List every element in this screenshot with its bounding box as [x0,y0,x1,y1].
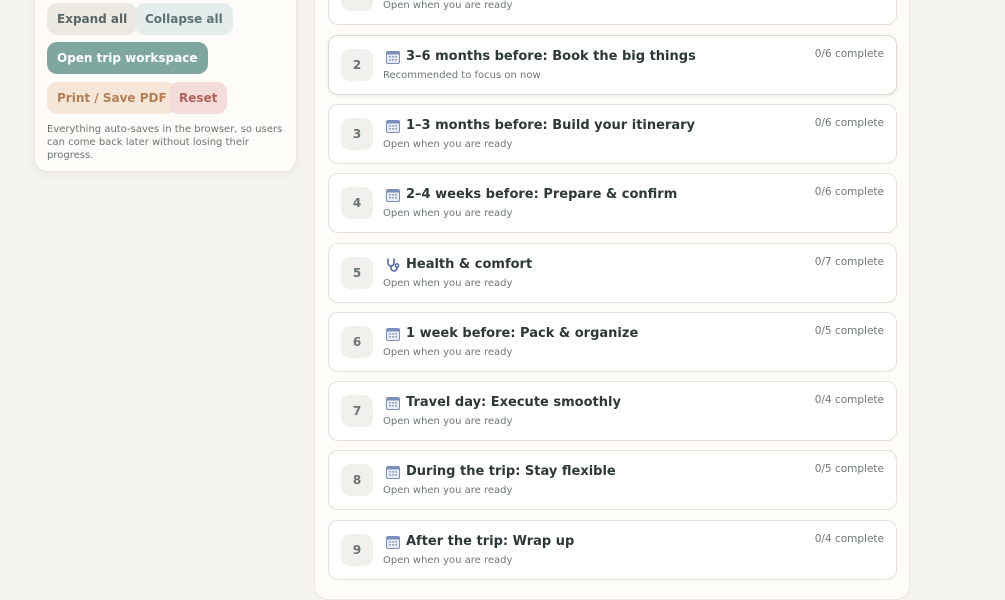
section-progress: 0/6 complete [814,48,884,60]
section-progress: 0/6 complete [814,117,884,129]
section-progress: 0/4 complete [814,533,884,545]
stethoscope-icon [387,258,400,272]
section-number-badge: 6 [341,326,373,358]
reset-button[interactable]: Reset [169,82,228,114]
section-title: 2–4 weeks before: Prepare & confirm [406,187,678,202]
section-title: 1 week before: Pack & organize [406,326,639,341]
section-number-badge: 3 [341,118,373,150]
section-subtitle: Open when you are ready [383,347,513,358]
section-title: 3–6 months before: Book the big things [406,49,696,64]
expand-all-button[interactable]: Expand all [47,3,138,35]
section-card-8[interactable]: 8 During the trip: Stay flexible Open wh… [328,450,897,510]
calendar-icon [386,189,400,202]
autosave-note: Everything auto-saves in the browser, so… [47,124,283,161]
open-trip-workspace-button[interactable]: Open trip workspace [47,42,208,74]
section-number-badge [341,0,373,11]
section-progress: 0/4 complete [814,394,884,406]
controls-panel: Expand all Collapse all Open trip worksp… [34,0,297,172]
section-card-3[interactable]: 3 1–3 months before: Build your itinerar… [328,104,897,164]
section-number-badge: 5 [341,257,373,289]
section-progress: 0/6 complete [814,186,884,198]
print-save-pdf-button[interactable]: Print / Save PDF [47,82,177,114]
section-subtitle: Open when you are ready [383,278,513,289]
calendar-icon [386,536,400,549]
calendar-icon [386,51,400,64]
section-title: Travel day: Execute smoothly [406,395,621,410]
section-subtitle: Open when you are ready [383,555,513,566]
calendar-icon [386,328,400,341]
section-progress: 0/5 complete [814,325,884,337]
calendar-icon [386,120,400,133]
section-card-9[interactable]: 9 After the trip: Wrap up Open when you … [328,520,897,580]
section-title: Health & comfort [406,257,533,272]
section-number-badge: 2 [341,49,373,81]
section-subtitle: Recommended to focus on now [383,70,541,81]
section-card-2[interactable]: 2 3–6 months before: Book the big things… [328,35,897,95]
section-title: After the trip: Wrap up [406,534,575,549]
section-number-badge: 4 [341,187,373,219]
section-card-7[interactable]: 7 Travel day: Execute smoothly Open when… [328,381,897,441]
collapse-all-button[interactable]: Collapse all [135,3,233,35]
section-subtitle: Open when you are ready [383,485,513,496]
section-card-5[interactable]: 5 Health & comfort Open when you are rea… [328,243,897,303]
section-number-badge: 7 [341,395,373,427]
section-subtitle: Open when you are ready [383,208,513,219]
section-progress: 0/5 complete [814,463,884,475]
section-card-6[interactable]: 6 1 week before: Pack & organize Open wh… [328,312,897,372]
section-title: 1–3 months before: Build your itinerary [406,118,696,133]
calendar-icon [386,397,400,410]
section-subtitle: Open when you are ready [383,416,513,427]
section-subtitle: Open when you are ready [383,0,513,11]
section-card-partial[interactable]: Open when you are ready [328,0,897,25]
calendar-icon [386,466,400,479]
section-progress: 0/7 complete [814,256,884,268]
section-title: During the trip: Stay flexible [406,464,616,479]
section-card-4[interactable]: 4 2–4 weeks before: Prepare & confirm Op… [328,173,897,233]
section-number-badge: 9 [341,534,373,566]
section-number-badge: 8 [341,464,373,496]
section-subtitle: Open when you are ready [383,139,513,150]
